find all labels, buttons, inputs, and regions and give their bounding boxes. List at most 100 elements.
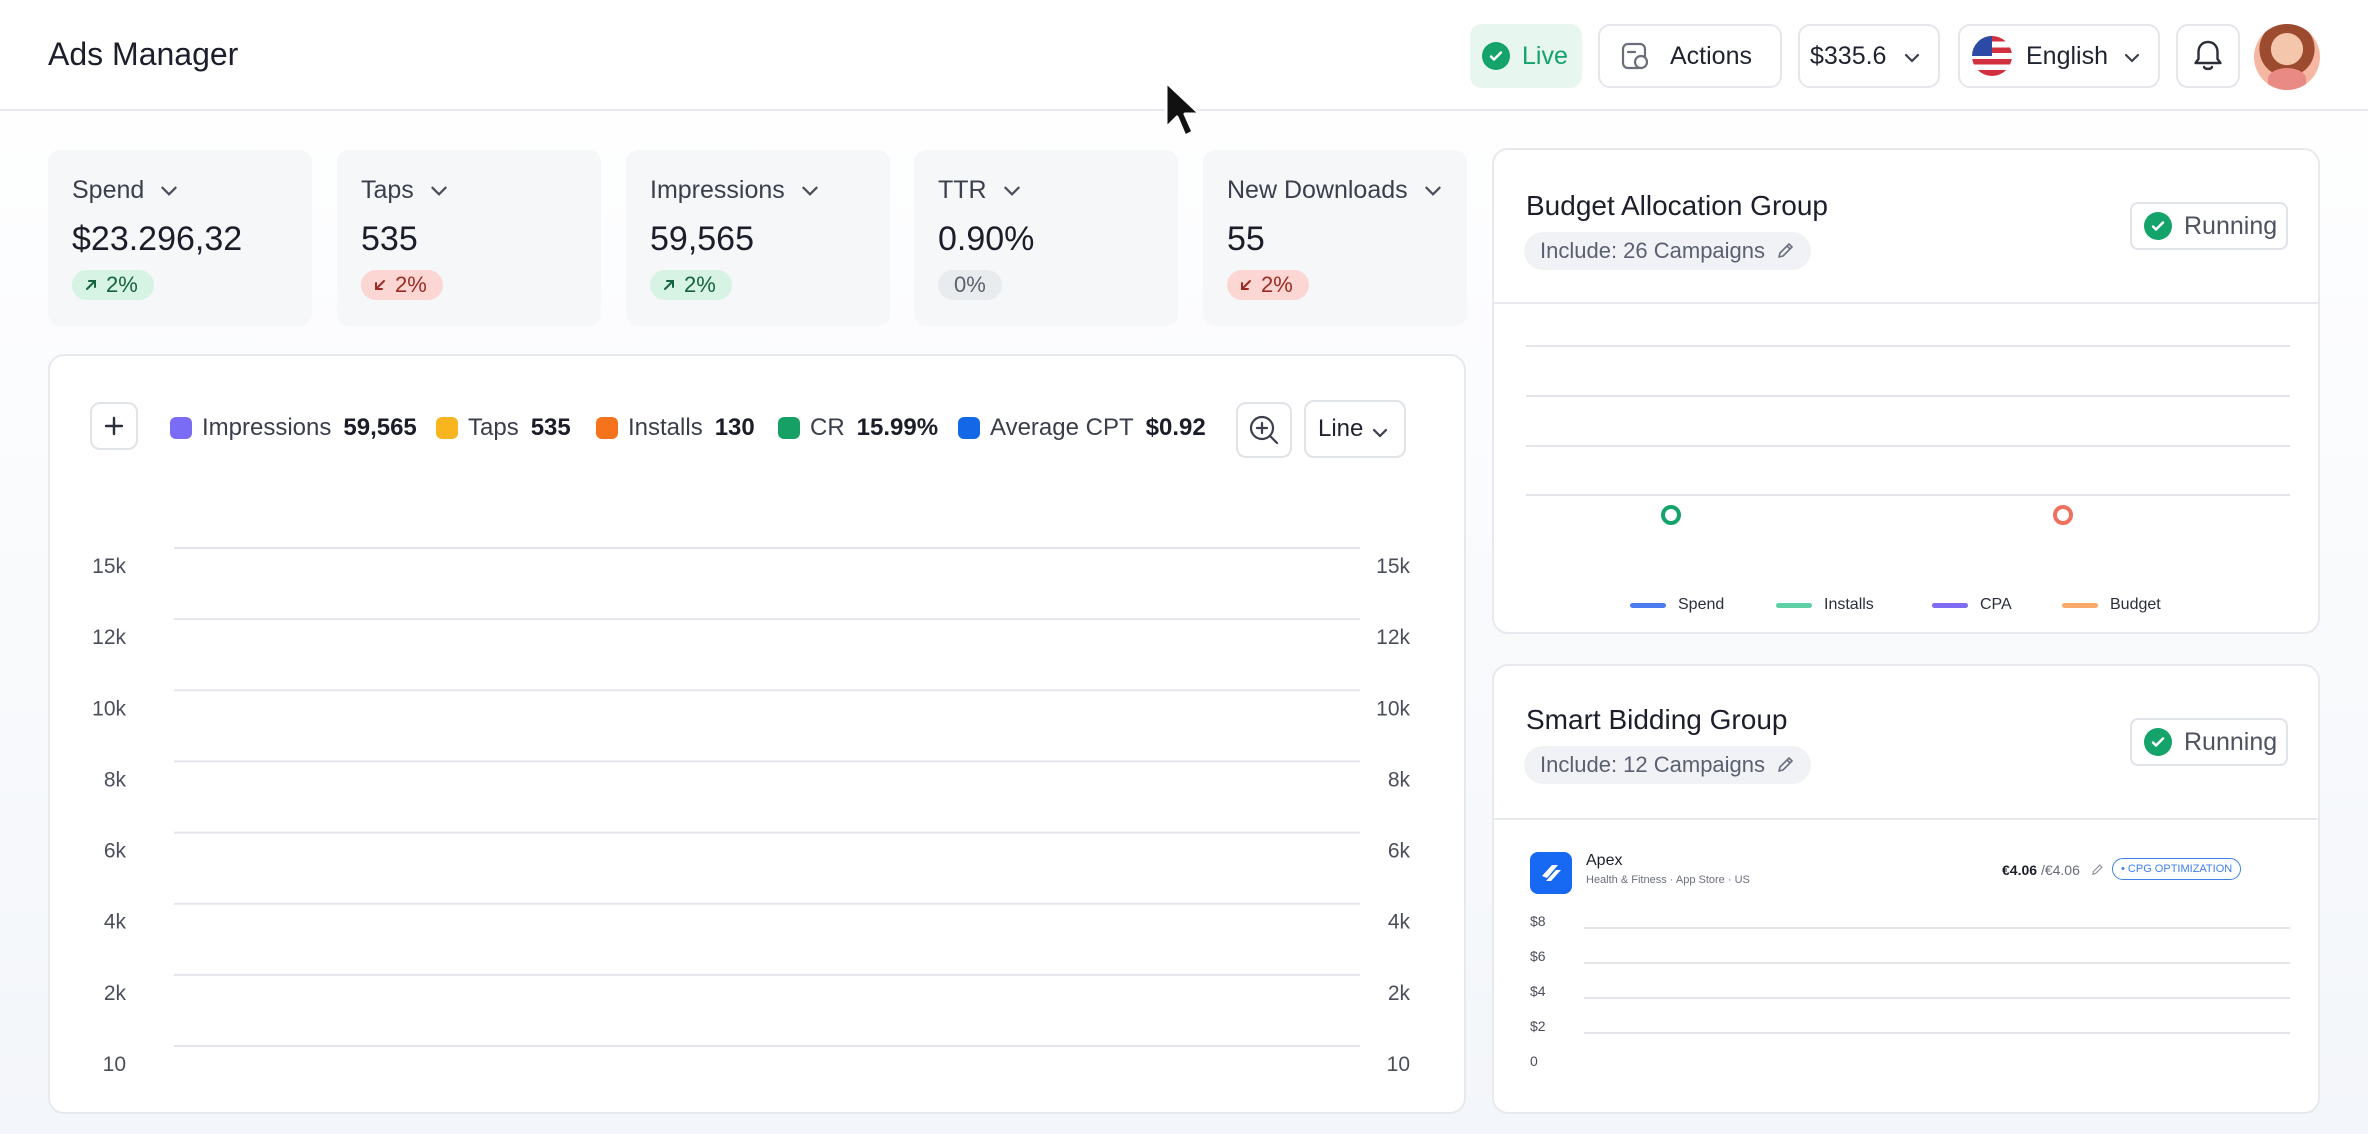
y-tick: $6 bbox=[1530, 948, 1546, 964]
change-badge: 2% bbox=[650, 270, 732, 300]
metric-label[interactable]: Spend bbox=[72, 176, 180, 205]
legend-cr[interactable]: CR 15.99% bbox=[778, 414, 938, 442]
check-icon bbox=[2144, 212, 2172, 240]
pencil-icon bbox=[1778, 757, 1793, 772]
y-tick: $2 bbox=[1530, 1018, 1546, 1034]
metric-label[interactable]: Taps bbox=[361, 176, 450, 205]
check-icon bbox=[1482, 42, 1510, 70]
include-campaigns-pill[interactable]: Include: 12 Campaigns bbox=[1524, 746, 1812, 784]
zoom-in-icon bbox=[1249, 415, 1279, 445]
smart-bidding-chart: $8 $6 $4 $2 0 bbox=[1530, 913, 2290, 1069]
legend-budget[interactable]: Budget bbox=[2062, 596, 2161, 614]
legend-taps[interactable]: Taps 535 bbox=[436, 414, 571, 442]
add-metric-button[interactable] bbox=[90, 402, 138, 450]
legend-average-cpt[interactable]: Average CPT $0.92 bbox=[958, 414, 1206, 442]
legend-installs[interactable]: Installs bbox=[1776, 596, 1874, 614]
pencil-icon bbox=[1778, 243, 1793, 258]
mouse-cursor-icon bbox=[1164, 80, 1202, 138]
chart-type-label: Line bbox=[1318, 415, 1364, 442]
y-tick-left: 2k bbox=[104, 982, 127, 1005]
actions-button[interactable]: Actions bbox=[1598, 24, 1782, 88]
balance-dropdown[interactable]: $335.6 bbox=[1798, 24, 1940, 88]
smart-bidding-card: Smart Bidding Group Include: 12 Campaign… bbox=[1492, 664, 2320, 1114]
legend-swatch bbox=[958, 417, 980, 439]
metric-card-spend[interactable]: Spend $23.296,32 2% bbox=[48, 150, 312, 326]
notifications-button[interactable] bbox=[2176, 24, 2240, 88]
chevron-down-icon bbox=[2124, 53, 2140, 63]
metric-label[interactable]: TTR bbox=[938, 176, 1023, 205]
y-tick: $4 bbox=[1530, 983, 1546, 999]
y-tick-left: 8k bbox=[104, 768, 127, 791]
y-tick-left: 10 bbox=[103, 1053, 126, 1076]
chevron-down-icon bbox=[431, 186, 447, 196]
y-tick-left: 4k bbox=[104, 911, 127, 934]
change-badge: 0% bbox=[938, 270, 1002, 300]
chevron-down-icon bbox=[1424, 186, 1441, 196]
language-label: English bbox=[2026, 41, 2108, 70]
card-title: Smart Bidding Group bbox=[1526, 704, 1788, 735]
arrow-down-left-icon bbox=[1241, 280, 1251, 290]
y-tick-left: 10k bbox=[92, 697, 126, 720]
metric-label[interactable]: Impressions bbox=[650, 176, 821, 205]
cpg-optimization-badge: • CPG OPTIMIZATION bbox=[2112, 858, 2242, 880]
avatar[interactable] bbox=[2254, 24, 2320, 90]
divider bbox=[1494, 818, 2318, 820]
bid-price[interactable]: €4.06 /€4.06 bbox=[2002, 862, 2104, 878]
actions-icon bbox=[1621, 42, 1649, 70]
plus-icon bbox=[104, 416, 124, 436]
metric-value: 0.90% bbox=[938, 220, 1035, 258]
metric-card-ttr[interactable]: TTR 0.90% 0% bbox=[914, 150, 1178, 326]
y-tick-right: 8k bbox=[1388, 768, 1411, 791]
y-tick-left: 15k bbox=[92, 555, 126, 578]
legend-impressions[interactable]: Impressions 59,565 bbox=[170, 414, 417, 442]
chevron-down-icon bbox=[1003, 186, 1020, 196]
y-tick: 0 bbox=[1530, 1053, 1538, 1069]
y-tick-left: 6k bbox=[104, 840, 127, 863]
y-tick: $8 bbox=[1530, 913, 1546, 929]
metric-card-new-downloads[interactable]: New Downloads 55 2% bbox=[1203, 150, 1467, 326]
chart-type-select[interactable]: Line bbox=[1304, 400, 1406, 458]
metric-card-impressions[interactable]: Impressions 59,565 2% bbox=[626, 150, 890, 326]
running-status[interactable]: Running bbox=[2130, 718, 2288, 766]
app-name: Apex bbox=[1586, 852, 1623, 869]
balance-value: $335.6 bbox=[1810, 41, 1887, 70]
y-tick-right: 6k bbox=[1388, 840, 1411, 863]
legend-cpa[interactable]: CPA bbox=[1932, 596, 2012, 614]
budget-gridlines bbox=[1526, 345, 2290, 496]
zoom-button[interactable] bbox=[1236, 402, 1292, 458]
running-status[interactable]: Running bbox=[2130, 202, 2288, 250]
metric-value: $23.296,32 bbox=[72, 220, 243, 258]
y-tick-right: 15k bbox=[1376, 555, 1410, 578]
app-icon bbox=[1530, 852, 1572, 894]
live-status-button[interactable]: Live bbox=[1470, 24, 1582, 88]
budget-allocation-card: Budget Allocation Group Include: 26 Camp… bbox=[1492, 148, 2320, 634]
line-chart: 15k 15k 12k 12k 10k 10k 8k 8k 6k 6k 4k 4k 2k 2k 10 10 bbox=[92, 547, 1411, 1076]
change-badge: 2% bbox=[1227, 270, 1309, 300]
arrow-down-left-icon bbox=[375, 280, 385, 290]
include-campaigns-pill[interactable]: Include: 26 Campaigns bbox=[1524, 232, 1812, 270]
budget-marker bbox=[2053, 505, 2073, 525]
divider bbox=[1494, 302, 2318, 304]
metric-value: 59,565 bbox=[650, 220, 754, 258]
legend-spend[interactable]: Spend bbox=[1630, 596, 1724, 614]
actions-label: Actions bbox=[1670, 41, 1752, 70]
app-meta: Health & Fitness · App Store · US bbox=[1586, 874, 1750, 886]
change-badge: 2% bbox=[361, 270, 443, 300]
legend-swatch bbox=[778, 417, 800, 439]
language-dropdown[interactable]: English bbox=[1958, 24, 2160, 88]
metric-label[interactable]: New Downloads bbox=[1227, 176, 1444, 205]
performance-chart-card: Impressions 59,565 Taps 535 Installs 130 CR… bbox=[48, 354, 1466, 1114]
bell-icon bbox=[2194, 40, 2222, 71]
y-tick-right: 2k bbox=[1388, 982, 1411, 1005]
y-tick-left: 12k bbox=[92, 626, 126, 649]
legend-swatch bbox=[596, 417, 618, 439]
y-tick-right: 10 bbox=[1387, 1053, 1410, 1076]
metric-card-taps[interactable]: Taps 535 2% bbox=[337, 150, 601, 326]
chevron-down-icon bbox=[1372, 428, 1388, 438]
chevron-down-icon bbox=[161, 186, 177, 196]
installs-marker bbox=[1661, 505, 1681, 525]
legend-installs[interactable]: Installs 130 bbox=[596, 414, 755, 442]
app-title: Ads Manager bbox=[48, 36, 239, 72]
arrow-up-right-icon bbox=[664, 280, 674, 290]
legend-swatch bbox=[436, 417, 458, 439]
